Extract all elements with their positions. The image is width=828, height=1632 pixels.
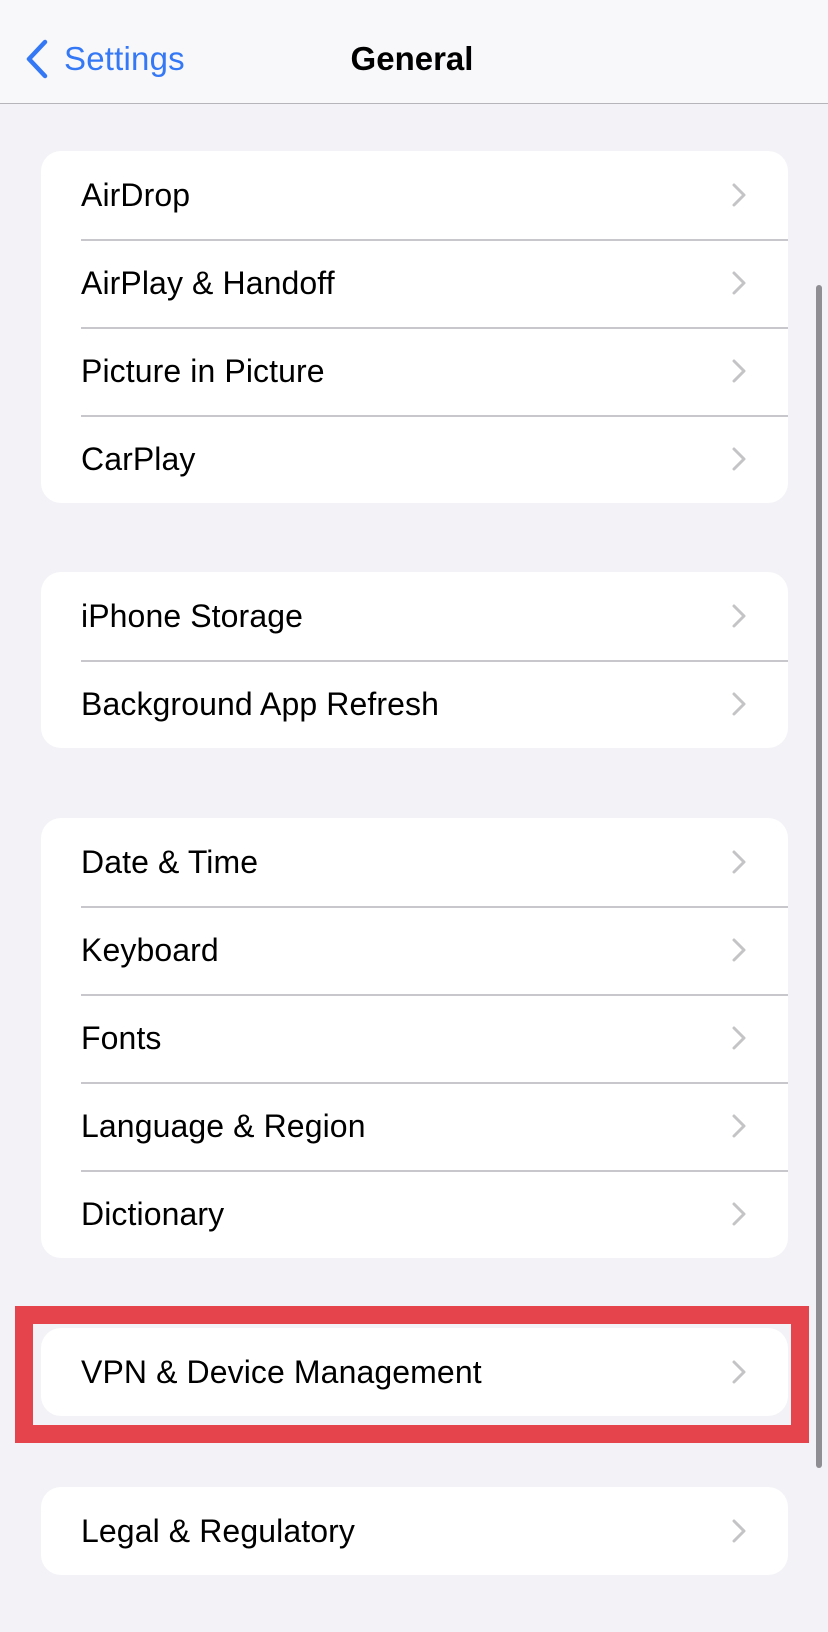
scrollbar[interactable] xyxy=(816,285,822,1468)
list-item-label: VPN & Device Management xyxy=(81,1353,482,1390)
list-item-label: Date & Time xyxy=(81,843,259,880)
chevron-right-icon xyxy=(732,938,746,962)
chevron-right-icon xyxy=(732,604,746,628)
list-item-label: Background App Refresh xyxy=(81,685,439,722)
chevron-right-icon xyxy=(732,183,746,207)
list-item-language-region[interactable]: Language & Region xyxy=(41,1082,788,1170)
list-item-fonts[interactable]: Fonts xyxy=(41,994,788,1082)
list-item-label: Legal & Regulatory xyxy=(81,1512,355,1549)
chevron-right-icon xyxy=(732,850,746,874)
list-item-label: Dictionary xyxy=(81,1195,225,1232)
chevron-right-icon xyxy=(732,1026,746,1050)
settings-group-connectivity: AirDrop AirPlay & Handoff Picture in Pic… xyxy=(41,151,788,503)
chevron-right-icon xyxy=(732,1114,746,1138)
chevron-right-icon xyxy=(732,359,746,383)
chevron-right-icon xyxy=(732,1202,746,1226)
list-item-keyboard[interactable]: Keyboard xyxy=(41,906,788,994)
list-item-label: AirDrop xyxy=(81,176,191,213)
settings-group-vpn: VPN & Device Management xyxy=(41,1328,788,1416)
page-title: General xyxy=(0,38,828,80)
list-item-date-time[interactable]: Date & Time xyxy=(41,818,788,906)
navigation-bar: Settings General xyxy=(0,0,828,104)
list-item-background-app-refresh[interactable]: Background App Refresh xyxy=(41,660,788,748)
list-item-label: Language & Region xyxy=(81,1107,366,1144)
settings-group-locale: Date & Time Keyboard Fonts Language & Re… xyxy=(41,818,788,1258)
list-item-label: Picture in Picture xyxy=(81,352,325,389)
list-item-vpn-device-management[interactable]: VPN & Device Management xyxy=(41,1328,788,1416)
chevron-right-icon xyxy=(732,1360,746,1384)
list-item-legal-regulatory[interactable]: Legal & Regulatory xyxy=(41,1487,788,1575)
list-item-label: Fonts xyxy=(81,1019,162,1056)
list-item-label: Keyboard xyxy=(81,931,219,968)
list-item-iphone-storage[interactable]: iPhone Storage xyxy=(41,572,788,660)
settings-group-legal: Legal & Regulatory xyxy=(41,1487,788,1575)
chevron-right-icon xyxy=(732,1519,746,1543)
list-item-airdrop[interactable]: AirDrop xyxy=(41,151,788,239)
list-item-picture-in-picture[interactable]: Picture in Picture xyxy=(41,327,788,415)
page-title-text: General xyxy=(350,40,474,77)
chevron-right-icon xyxy=(732,271,746,295)
chevron-right-icon xyxy=(732,692,746,716)
list-item-label: iPhone Storage xyxy=(81,597,304,634)
list-item-label: CarPlay xyxy=(81,440,196,477)
chevron-right-icon xyxy=(732,447,746,471)
list-item-label: AirPlay & Handoff xyxy=(81,264,335,301)
list-item-airplay-handoff[interactable]: AirPlay & Handoff xyxy=(41,239,788,327)
settings-group-storage: iPhone Storage Background App Refresh xyxy=(41,572,788,748)
list-item-carplay[interactable]: CarPlay xyxy=(41,415,788,503)
list-item-dictionary[interactable]: Dictionary xyxy=(41,1170,788,1258)
